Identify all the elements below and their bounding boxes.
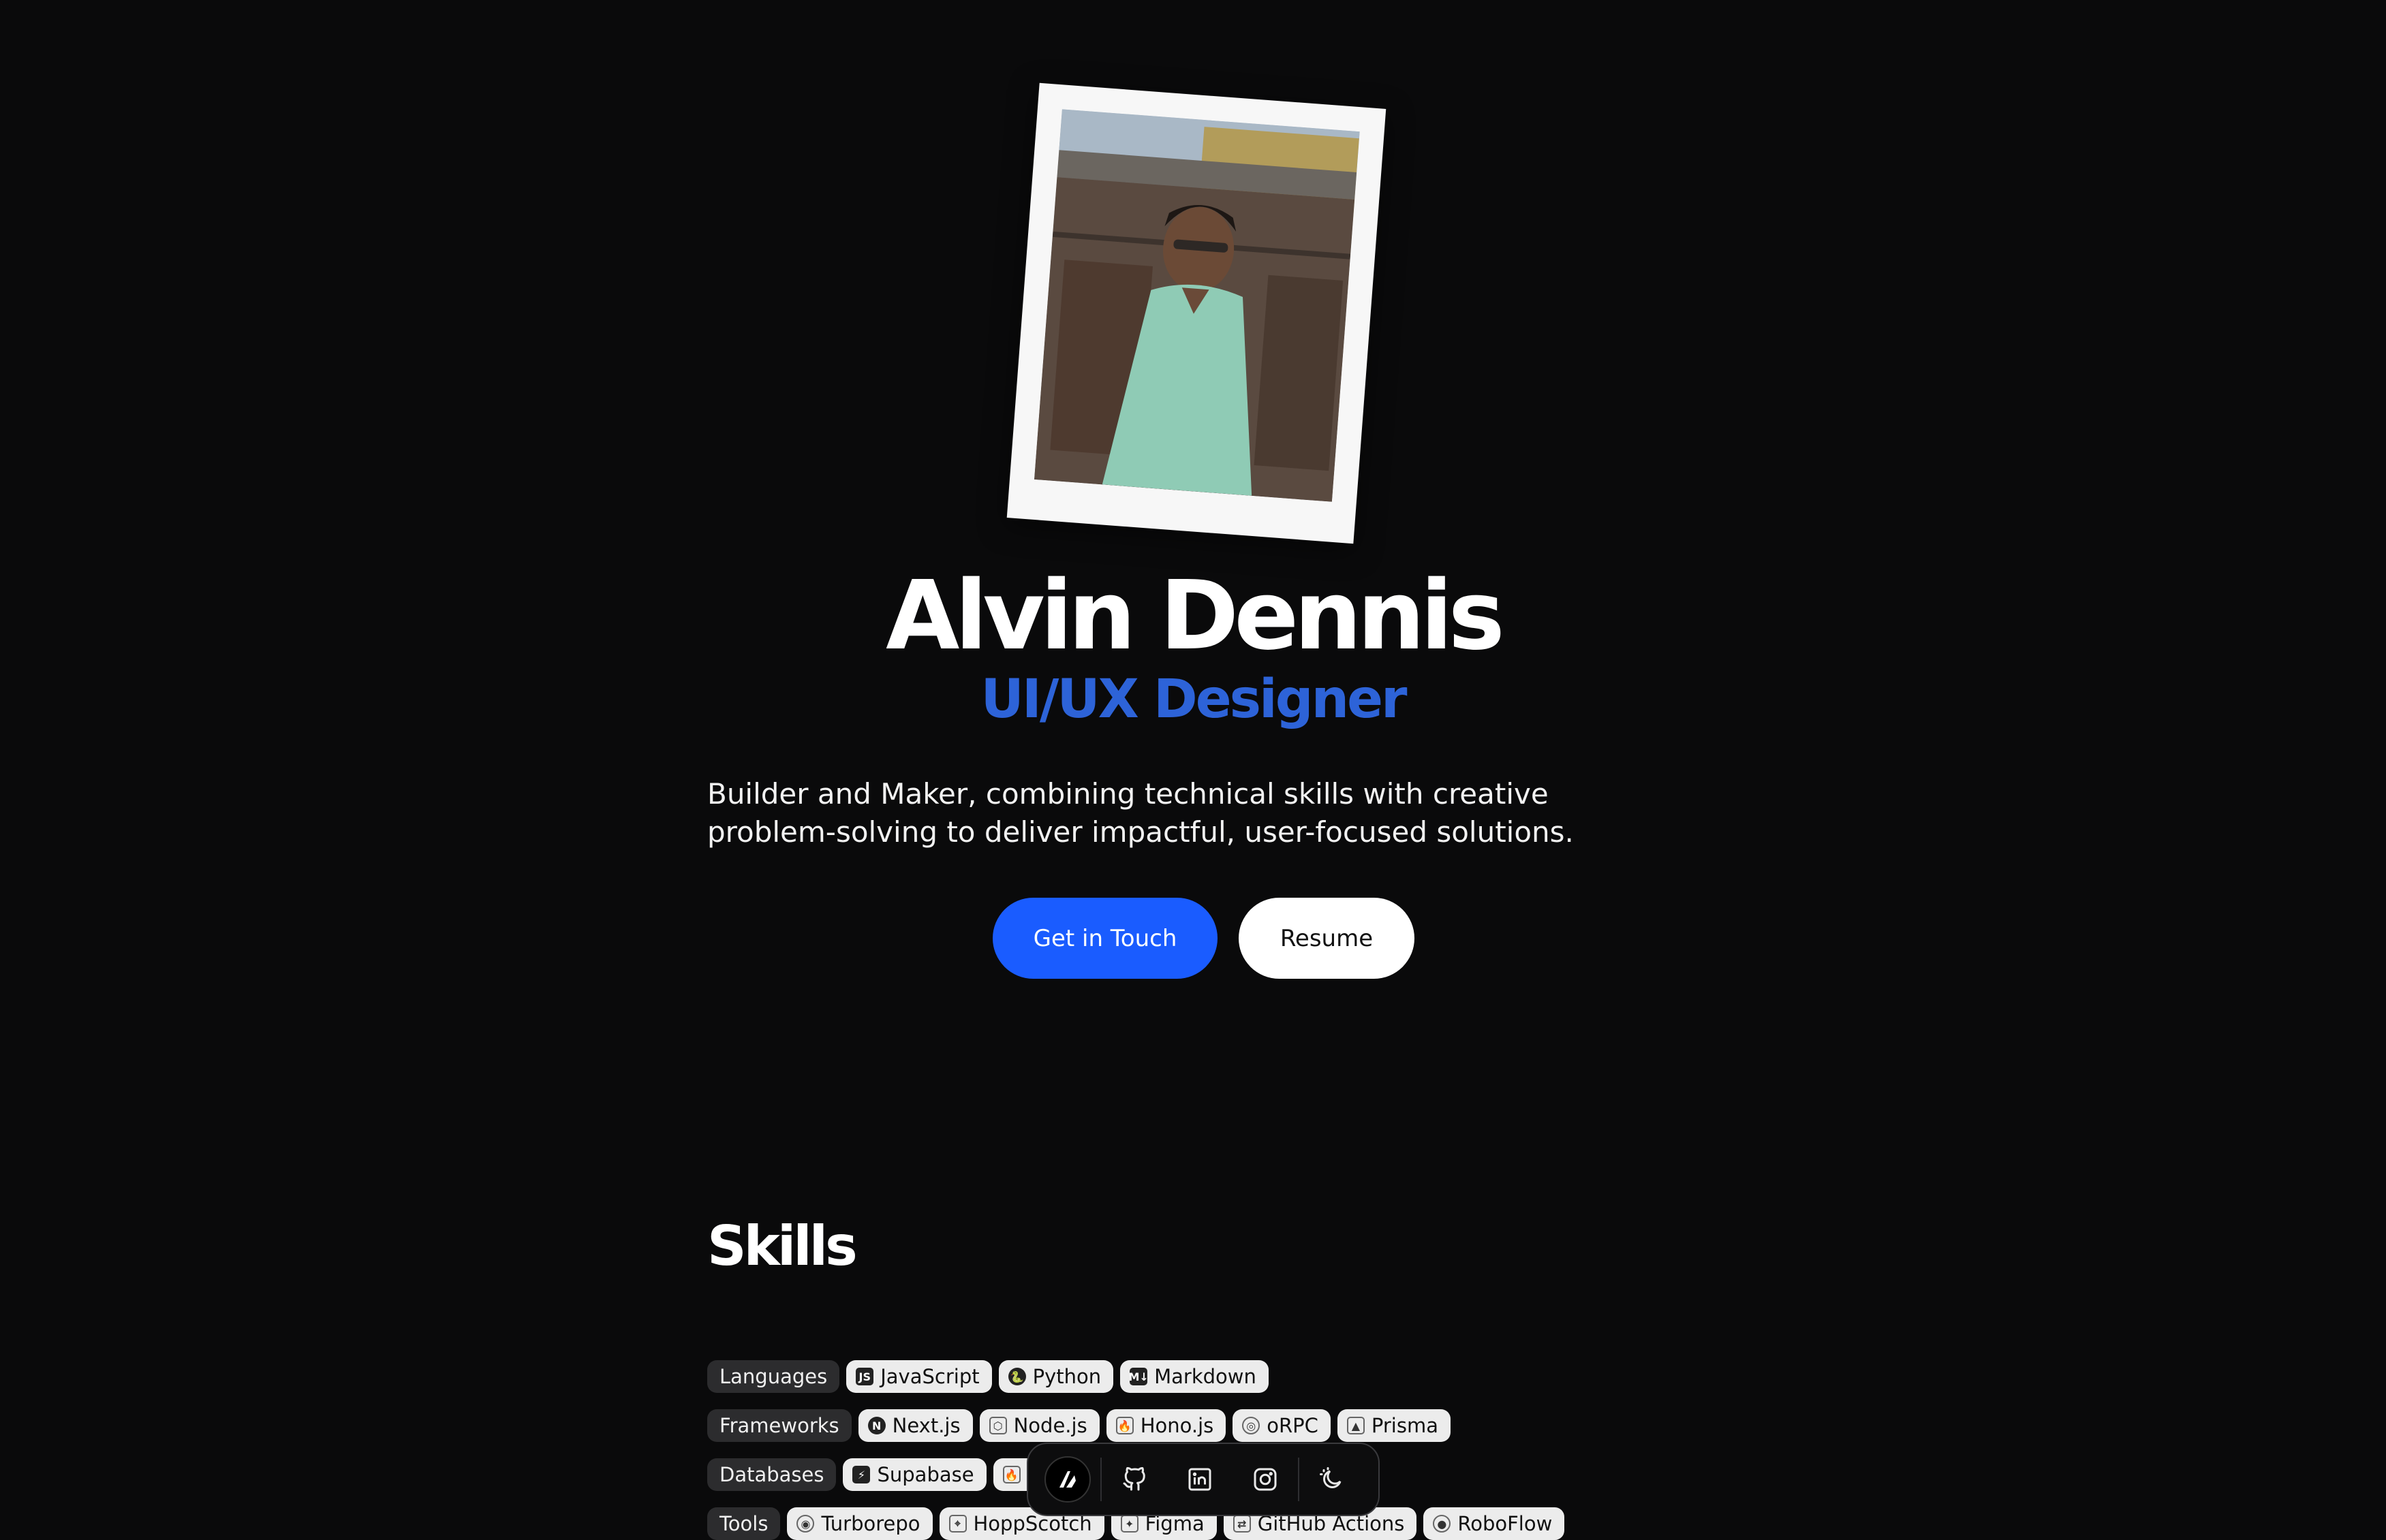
skill-category: Tools [707,1507,781,1540]
dock-home[interactable] [1035,1447,1100,1512]
bio-text: Builder and Maker, combining technical s… [707,777,1574,849]
skills-row-databases: Databases ⚡ Supabase 🔥 [707,1458,1040,1491]
javascript-icon: JS [856,1368,874,1385]
prisma-icon: ▲ [1346,1417,1365,1434]
hoppscotch-icon: ⌖ [948,1515,967,1533]
skill-category: Databases [707,1458,837,1491]
profile-photo [1034,109,1360,502]
supabase-icon: ⚡ [852,1466,871,1483]
skill-label: RoboFlow [1457,1512,1553,1535]
dock-instagram[interactable] [1233,1447,1298,1512]
skill-label: Node.js [1013,1414,1087,1437]
skill-label: Next.js [892,1414,961,1437]
figma-icon: ✦ [1120,1515,1138,1533]
dock-github[interactable] [1102,1447,1167,1512]
skill-label: Python [1032,1365,1102,1388]
instagram-icon [1254,1468,1277,1491]
skill-chip-nodejs[interactable]: ⬡ Node.js [979,1409,1100,1442]
floating-dock [1027,1443,1380,1516]
skills-row-languages: Languages JS JavaScript 🐍 Python M↓ Mark… [707,1360,1269,1393]
github-icon [1123,1467,1145,1491]
database-icon: 🔥 [1002,1466,1021,1483]
skill-chip-orpc[interactable]: ◎ oRPC [1233,1409,1331,1442]
skill-label: oRPC [1267,1414,1318,1437]
skills-row-frameworks: Frameworks N Next.js ⬡ Node.js 🔥 Hono.js… [707,1409,1451,1442]
honojs-icon: 🔥 [1115,1417,1134,1434]
get-in-touch-button[interactable]: Get in Touch [993,898,1218,979]
skill-chip-markdown[interactable]: M↓ Markdown [1120,1360,1269,1393]
resume-button[interactable]: Resume [1239,898,1414,979]
skill-label: Markdown [1154,1365,1256,1388]
roboflow-icon: ● [1433,1515,1451,1533]
skill-label: Supabase [877,1463,974,1486]
skill-label: Turborepo [821,1512,920,1535]
skill-chip-javascript[interactable]: JS JavaScript [846,1360,992,1393]
skill-chip-prisma[interactable]: ▲ Prisma [1337,1409,1451,1442]
skill-chip-turborepo[interactable]: ◉ Turborepo [787,1507,933,1540]
section-title-skills: Skills [707,1214,858,1278]
skill-chip-python[interactable]: 🐍 Python [998,1360,1114,1393]
skill-label: Prisma [1371,1414,1438,1437]
theme-toggle-icon [1320,1467,1342,1488]
skill-category: Languages [707,1360,840,1393]
page-title: Alvin Dennis [886,561,1505,672]
skill-chip-supabase[interactable]: ⚡ Supabase [843,1458,987,1491]
python-icon: 🐍 [1008,1368,1026,1385]
skill-label: Hono.js [1140,1414,1214,1437]
skill-chip-honojs[interactable]: 🔥 Hono.js [1106,1409,1226,1442]
github-actions-icon: ⇄ [1233,1515,1251,1533]
nextjs-icon: N [867,1417,886,1434]
linkedin-icon [1188,1468,1211,1491]
skill-chip-roboflow[interactable]: ● RoboFlow [1423,1507,1565,1540]
home-logo-icon [1044,1456,1091,1503]
markdown-icon: M↓ [1128,1368,1149,1385]
skill-category: Frameworks [707,1409,852,1442]
nodejs-icon: ⬡ [989,1417,1007,1434]
turborepo-icon: ◉ [796,1515,815,1533]
dock-linkedin[interactable] [1167,1447,1233,1512]
dock-theme-toggle[interactable] [1299,1447,1365,1512]
skill-chip-nextjs[interactable]: N Next.js [858,1409,973,1442]
orpc-icon: ◎ [1242,1417,1260,1434]
skill-label: JavaScript [880,1365,980,1388]
role-subtitle: UI/UX Designer [980,669,1407,730]
profile-photo-frame [1006,82,1386,544]
